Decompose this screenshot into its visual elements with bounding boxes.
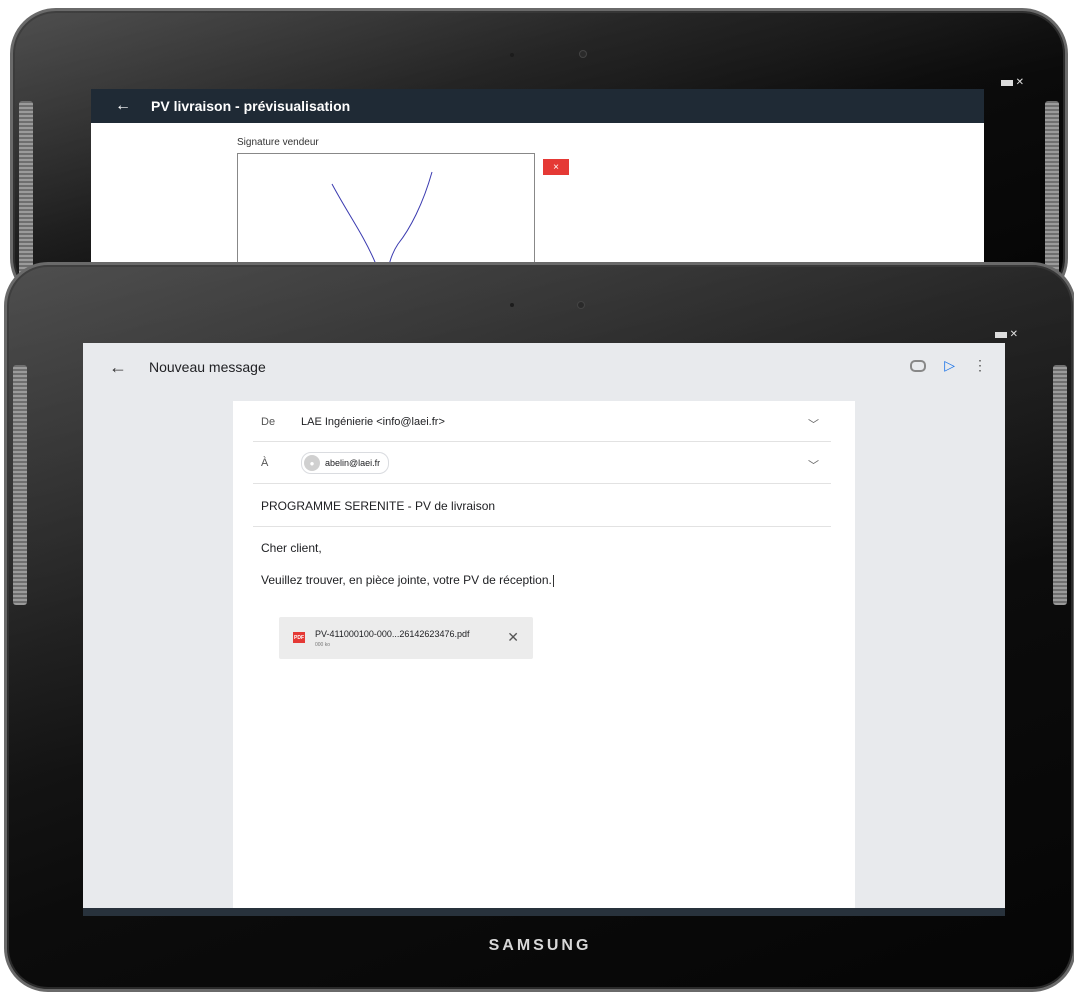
page-title: Nouveau message [149,359,266,375]
attachment-chip[interactable]: PDF PV-411000100-000...26142623476.pdf 0… [279,617,533,659]
chevron-down-icon[interactable]: ﹀ [808,457,819,473]
subject-field[interactable]: PROGRAMME SERENITE - PV de livraison [253,484,831,527]
from-value: LAE Ingénierie <info@laei.fr> [301,416,445,428]
subject-value: PROGRAMME SERENITE - PV de livraison [261,499,496,513]
battery-icon [994,331,1007,338]
more-vert-icon[interactable]: ⋮ [973,357,987,374]
back-tablet-device: ✕ ← PV livraison - prévisualisation Sign… [10,8,1068,304]
speaker-grill-right [1045,101,1059,281]
attach-icon[interactable] [910,359,927,372]
app-bar: ← Nouveau message ▷ ⋮ [83,343,1005,391]
front-camera [578,302,584,308]
speaker-grill-left [13,365,27,605]
speaker-grill-left [19,101,33,281]
compose-form: De LAE Ingénierie <info@laei.fr> ﹀ À ● a… [233,401,855,916]
body-greeting[interactable]: Cher client, [261,541,322,555]
page-title: PV livraison - prévisualisation [151,98,351,114]
arrow-left-icon[interactable]: ← [109,357,127,378]
app-bar: ← PV livraison - prévisualisation [91,89,984,123]
from-label: De [261,416,276,428]
pdf-file-icon: PDF [293,632,305,643]
proximity-sensor [510,53,514,57]
battery-icon [1000,79,1013,86]
chevron-down-icon[interactable]: ﹀ [808,416,819,432]
status-icons: ✕ [1000,77,1025,88]
recipient-email: abelin@laei.fr [325,458,381,468]
front-tablet-screen: ← Nouveau message ▷ ⋮ De LAE Ingénierie … [83,343,1005,916]
front-camera [580,51,586,57]
attachment-size: 000 ko [315,642,331,648]
attachment-name: PV-411000100-000...26142623476.pdf [315,629,470,639]
avatar: ● [304,455,320,471]
from-field[interactable]: De LAE Ingénierie <info@laei.fr> ﹀ [253,401,831,442]
arrow-left-icon[interactable]: ← [115,97,131,115]
close-icon: ✕ [1015,77,1025,88]
remove-attachment-icon[interactable]: ✕ [507,629,519,646]
text-cursor [552,574,554,587]
to-label: À [261,457,269,469]
status-icons: ✕ [994,329,1019,340]
signature-label: Signature vendeur [237,137,319,148]
front-tablet-device: ✕ ← Nouveau message ▷ ⋮ De LAE Ingénieri… [4,262,1074,992]
speaker-grill-right [1053,365,1067,605]
send-icon[interactable]: ▷ [944,357,955,374]
bottom-navigation-bar [83,908,1005,916]
proximity-sensor [510,303,514,307]
clear-signature-button[interactable]: × [543,159,569,175]
to-field[interactable]: À ● abelin@laei.fr ﹀ [253,442,831,484]
brand-logo: SAMSUNG [488,937,592,954]
body-text[interactable]: Veuillez trouver, en pièce jointe, votre… [261,573,554,587]
close-icon: ✕ [1009,329,1019,340]
recipient-chip[interactable]: ● abelin@laei.fr [301,452,390,474]
app-bar-actions: ▷ ⋮ [910,357,987,374]
